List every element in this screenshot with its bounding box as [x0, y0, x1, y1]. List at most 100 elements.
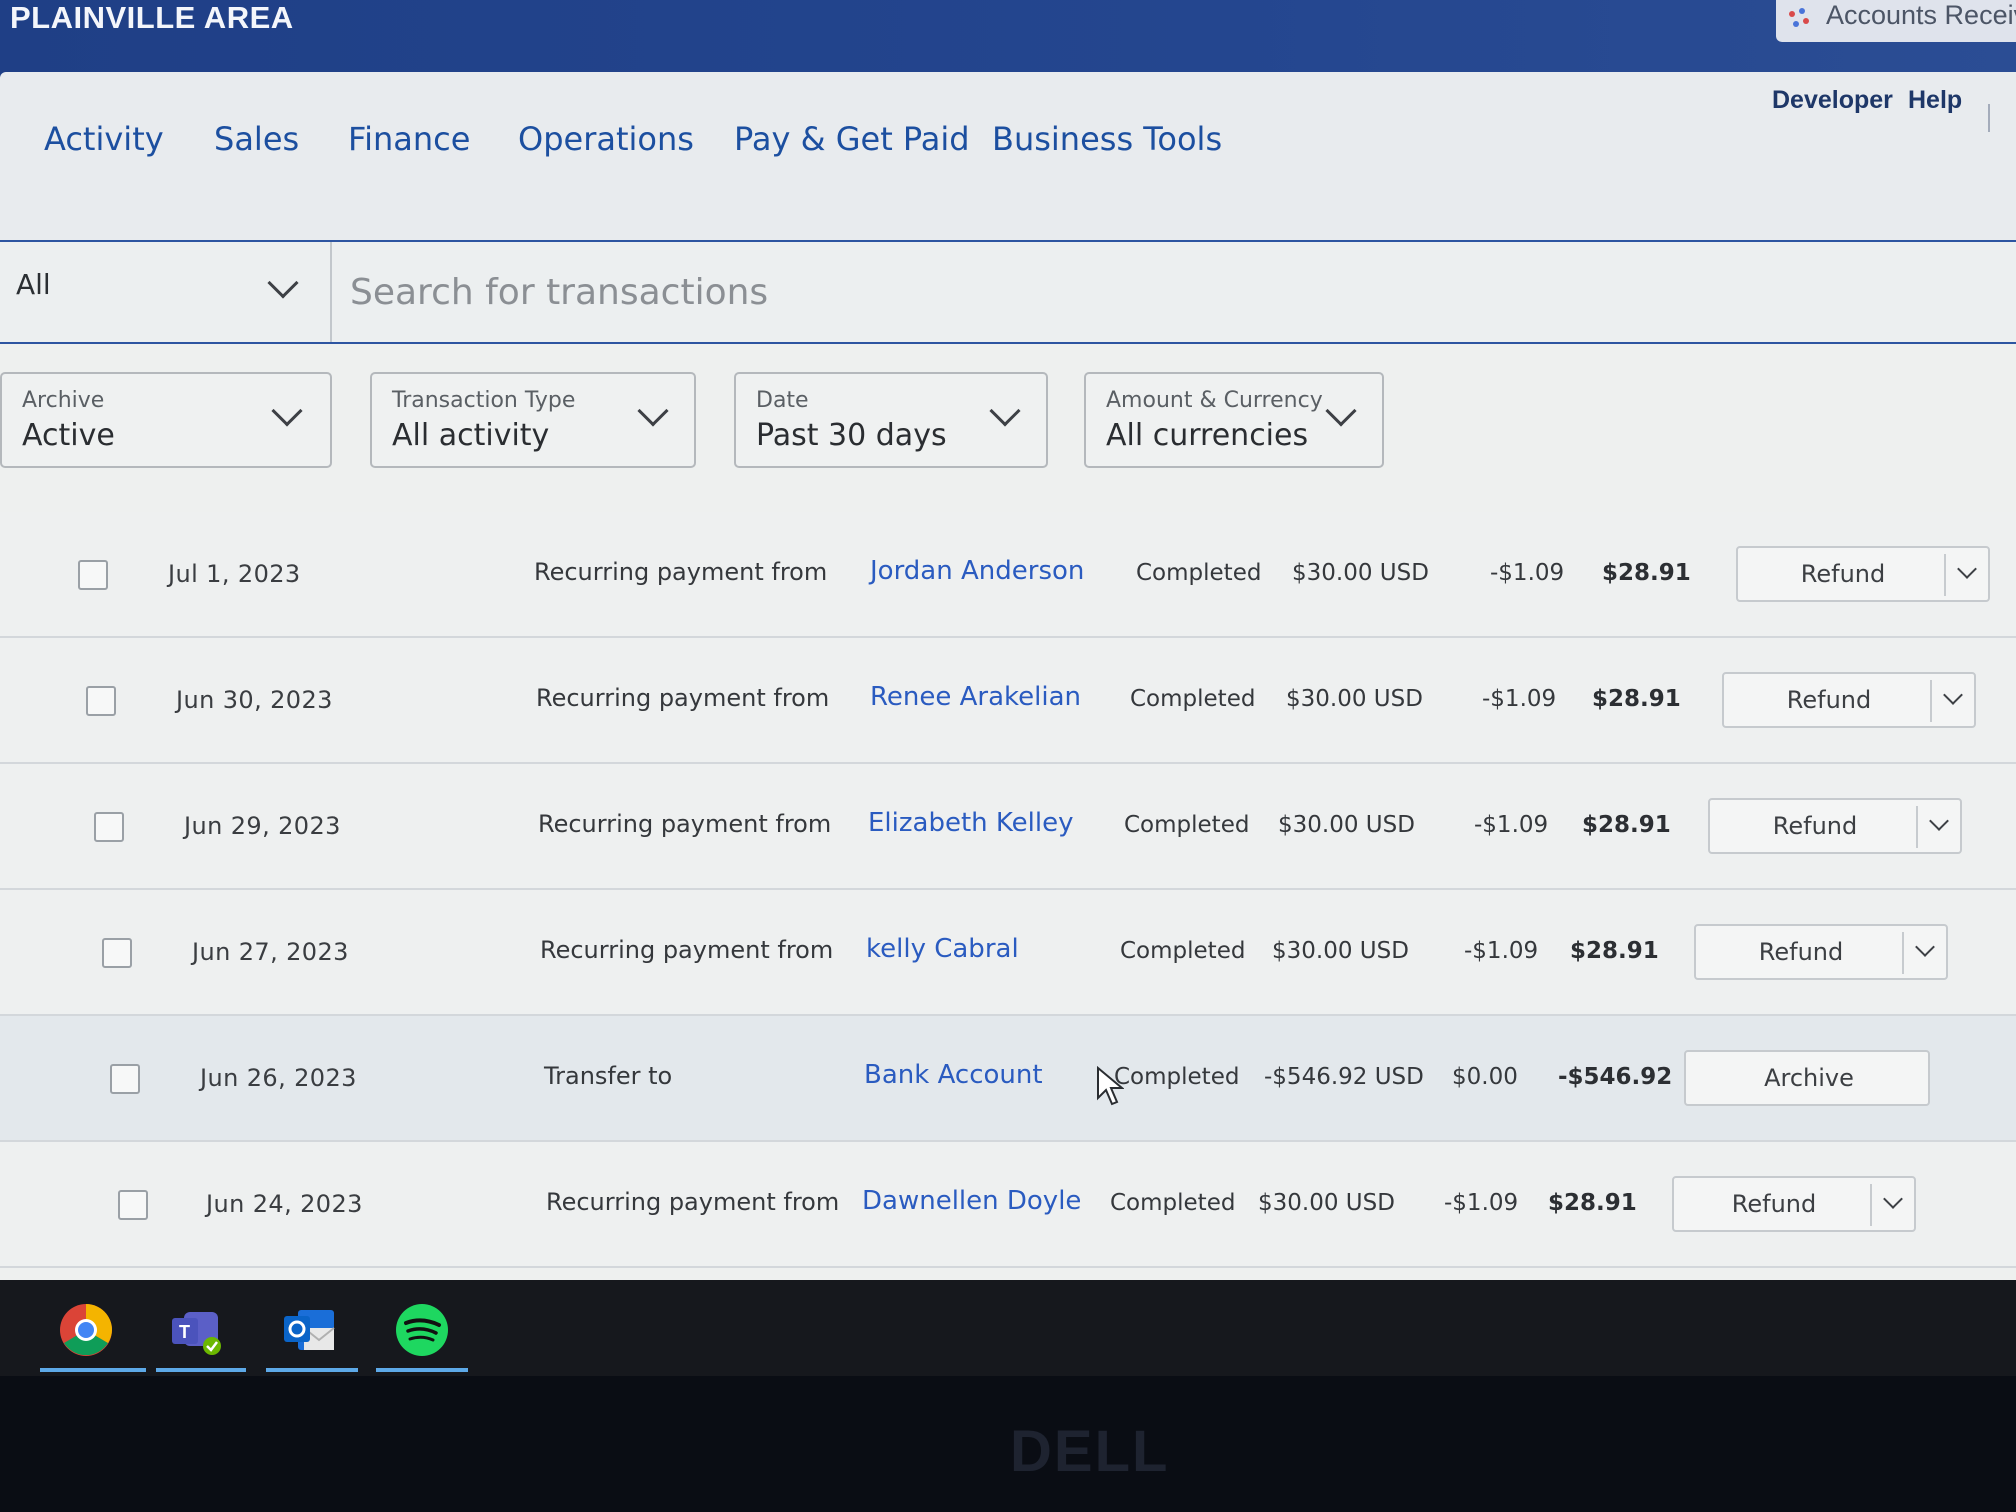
filter-date[interactable]: Date Past 30 days: [734, 372, 1048, 468]
row-fee: -$1.09: [1482, 686, 1557, 712]
refund-label: Refund: [1786, 686, 1872, 714]
chevron-down-icon[interactable]: [1929, 811, 1949, 831]
main-nav: Developer Help Activity Sales Finance Op…: [0, 72, 2016, 240]
org-name: PLAINVILLE AREA: [10, 0, 294, 35]
row-date: Jul 1, 2023: [168, 560, 301, 588]
row-party-link[interactable]: Jordan Anderson: [870, 556, 1084, 586]
mouse-cursor-icon: [1097, 1066, 1124, 1106]
chevron-down-icon: [989, 395, 1021, 427]
row-party-link[interactable]: Elizabeth Kelley: [868, 808, 1073, 838]
row-date: Jun 27, 2023: [192, 938, 349, 966]
row-checkbox[interactable]: [86, 686, 116, 716]
row-checkbox[interactable]: [102, 938, 132, 968]
table-row[interactable]: Jul 1, 2023 Recurring payment from Jorda…: [0, 512, 2016, 638]
row-net: $28.91: [1548, 1190, 1637, 1216]
transactions-table: Jul 1, 2023 Recurring payment from Jorda…: [0, 512, 2016, 1280]
row-description: Recurring payment from: [536, 684, 830, 712]
row-description: Recurring payment from: [534, 558, 828, 586]
refund-label: Refund: [1758, 938, 1844, 966]
spotify-icon[interactable]: [392, 1300, 452, 1360]
chevron-down-icon[interactable]: [1883, 1189, 1903, 1209]
filter-archive-value: Active: [22, 418, 115, 453]
refund-button[interactable]: Refund: [1672, 1176, 1916, 1232]
developer-link[interactable]: Developer: [1772, 86, 1893, 115]
table-row[interactable]: Jun 26, 2023 Transfer to Bank Account Co…: [0, 1016, 2016, 1142]
refund-label: Refund: [1772, 812, 1858, 840]
table-row[interactable]: Jun 24, 2023 Recurring payment from Dawn…: [0, 1142, 2016, 1268]
row-fee: -$1.09: [1464, 938, 1539, 964]
row-party-link[interactable]: Bank Account: [864, 1060, 1043, 1090]
refund-button[interactable]: Refund: [1694, 924, 1948, 980]
monitor-brand-logo: DELL: [1010, 1419, 1170, 1484]
search-scope-value: All: [16, 268, 51, 301]
app-label: Accounts Receiv: [1826, 0, 2016, 30]
row-status: Completed: [1130, 686, 1256, 712]
row-description: Recurring payment from: [540, 936, 834, 964]
outlook-icon[interactable]: [280, 1300, 340, 1360]
teams-icon[interactable]: T: [168, 1300, 228, 1360]
row-status: Completed: [1136, 560, 1262, 586]
filter-transaction-type[interactable]: Transaction Type All activity: [370, 372, 696, 468]
chevron-down-icon: [637, 395, 669, 427]
row-fee: -$1.09: [1474, 812, 1549, 838]
row-status: Completed: [1124, 812, 1250, 838]
accounts-receivable-app[interactable]: Accounts Receiv: [1776, 0, 2016, 42]
table-row[interactable]: Jun 27, 2023 Recurring payment from kell…: [0, 890, 2016, 1016]
row-gross: $30.00 USD: [1272, 938, 1409, 964]
row-fee: $0.00: [1452, 1064, 1518, 1090]
row-checkbox[interactable]: [94, 812, 124, 842]
filter-archive[interactable]: Archive Active: [0, 372, 332, 468]
search-scope-select[interactable]: All: [0, 242, 332, 342]
nav-business-tools[interactable]: Business Tools: [992, 120, 1222, 158]
os-taskbar: T: [0, 1280, 2016, 1376]
row-description: Recurring payment from: [538, 810, 832, 838]
refund-button[interactable]: Refund: [1708, 798, 1962, 854]
search-input[interactable]: [350, 260, 1950, 324]
row-description: Transfer to: [544, 1062, 673, 1090]
row-gross: $30.00 USD: [1278, 812, 1415, 838]
chevron-down-icon[interactable]: [1943, 685, 1963, 705]
filter-type-label: Transaction Type: [392, 388, 576, 413]
nav-sales[interactable]: Sales: [214, 120, 299, 158]
chevron-down-icon[interactable]: [1957, 559, 1977, 579]
row-checkbox[interactable]: [110, 1064, 140, 1094]
table-row[interactable]: Jun 30, 2023 Recurring payment from Rene…: [0, 638, 2016, 764]
filter-amount-label: Amount & Currency: [1106, 388, 1323, 413]
row-gross: $30.00 USD: [1286, 686, 1423, 712]
monitor-bezel: [0, 1376, 2016, 1512]
nav-activity[interactable]: Activity: [44, 120, 164, 158]
row-net: $28.91: [1582, 812, 1671, 838]
filter-amount-value: All currencies: [1106, 418, 1309, 453]
teams-active-indicator: [156, 1368, 246, 1372]
refund-label: Refund: [1731, 1190, 1817, 1218]
action-split: [1870, 1184, 1872, 1226]
row-party-link[interactable]: Renee Arakelian: [870, 682, 1081, 712]
svg-text:T: T: [179, 1322, 190, 1342]
chevron-down-icon[interactable]: [1915, 937, 1935, 957]
filter-date-label: Date: [756, 388, 809, 413]
filter-bar: Archive Active Transaction Type All acti…: [0, 372, 2016, 492]
row-date: Jun 24, 2023: [206, 1190, 363, 1218]
row-party-link[interactable]: Dawnellen Doyle: [862, 1186, 1081, 1216]
nav-pay-get-paid[interactable]: Pay & Get Paid: [734, 120, 970, 158]
refund-button[interactable]: Refund: [1736, 546, 1990, 602]
row-party-link[interactable]: kelly Cabral: [866, 934, 1019, 964]
nav-finance[interactable]: Finance: [348, 120, 470, 158]
nav-operations[interactable]: Operations: [518, 120, 694, 158]
row-net: $28.91: [1570, 938, 1659, 964]
row-checkbox[interactable]: [78, 560, 108, 590]
row-checkbox[interactable]: [118, 1190, 148, 1220]
table-row[interactable]: Jun 29, 2023 Recurring payment from Eliz…: [0, 764, 2016, 890]
row-status: Completed: [1120, 938, 1246, 964]
filter-type-value: All activity: [392, 418, 550, 453]
filter-amount-currency[interactable]: Amount & Currency All currencies: [1084, 372, 1384, 468]
outlook-active-indicator: [266, 1368, 358, 1372]
help-link[interactable]: Help: [1908, 86, 1962, 115]
chrome-icon[interactable]: [56, 1300, 116, 1360]
row-net: $28.91: [1592, 686, 1681, 712]
refund-button[interactable]: Refund: [1722, 672, 1976, 728]
archive-button[interactable]: Archive: [1684, 1050, 1930, 1106]
row-fee: -$1.09: [1444, 1190, 1519, 1216]
activity-content: All Archive Active Transaction Type All …: [0, 240, 2016, 1280]
search-bar: All: [0, 240, 2016, 344]
